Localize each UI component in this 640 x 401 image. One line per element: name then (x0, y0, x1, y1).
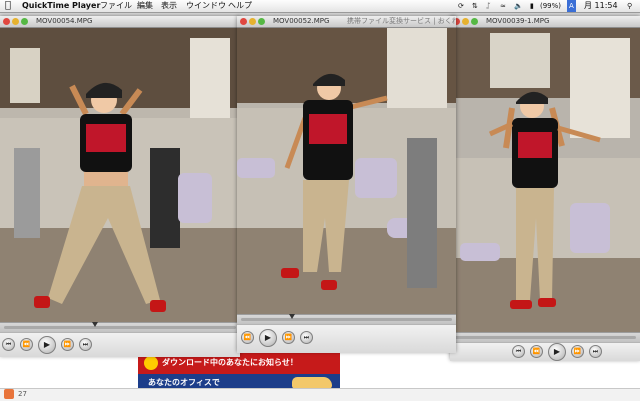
zoom-icon[interactable] (21, 18, 28, 25)
footer-text: 27 (18, 390, 27, 398)
scrubber-track[interactable] (454, 336, 636, 339)
player-window-mov00039[interactable]: MOV00039-1.MPG ⏮ ⏪ ▶ ⏩ ⏭ (450, 16, 640, 361)
zoom-icon[interactable] (258, 18, 265, 25)
fast-forward-icon[interactable]: ⏩ (282, 331, 295, 344)
window-title: MOV00039-1.MPG (486, 17, 550, 25)
rewind-icon[interactable]: ⏪ (20, 338, 33, 351)
rewind-icon[interactable]: ⏪ (241, 331, 254, 344)
background-window-title: 携帯ファイル変換サービス | おくれ (347, 17, 456, 25)
apple-icon[interactable]:  (5, 0, 11, 12)
rewind-icon[interactable]: ⏪ (530, 345, 543, 358)
scrubber-track[interactable] (4, 326, 236, 329)
input-method-badge[interactable]: A (567, 0, 576, 12)
spotlight-icon[interactable]: ⚲ (627, 0, 632, 12)
skip-forward-icon[interactable]: ⏭ (589, 345, 602, 358)
menu-bar:  QuickTime Player ファイル 編集 表示 ウインドウ ヘルプ … (0, 0, 640, 13)
wifi-icon[interactable]: ≈ (500, 0, 506, 12)
alert-badge-icon (144, 355, 158, 370)
close-icon[interactable] (3, 18, 10, 25)
video-frame[interactable] (0, 28, 240, 322)
playhead[interactable] (289, 314, 295, 319)
player-window-mov00054[interactable]: MOV00054.MPG ⏮ ⏪ ▶ ⏩ ⏭ (0, 16, 240, 357)
playback-controls: ⏮ ⏪ ▶ ⏩ ⏭ (0, 332, 240, 357)
window-title: MOV00052.MPG (273, 17, 330, 25)
skip-forward-icon[interactable]: ⏭ (300, 331, 313, 344)
play-icon[interactable]: ▶ (38, 336, 56, 354)
zoom-icon[interactable] (471, 18, 478, 25)
skip-forward-icon[interactable]: ⏭ (79, 338, 92, 351)
minimize-icon[interactable] (462, 18, 469, 25)
app-menu[interactable]: QuickTime Player (22, 0, 100, 12)
minimize-icon[interactable] (12, 18, 19, 25)
menu-help[interactable]: ヘルプ (228, 0, 252, 12)
web-footer: 27 (0, 388, 640, 401)
window-titlebar[interactable]: MOV00039-1.MPG (450, 16, 640, 28)
playhead[interactable] (92, 322, 98, 327)
scrubber-track[interactable] (241, 318, 452, 321)
menu-window[interactable]: ウインドウ (186, 0, 226, 12)
scrubber-bar[interactable] (237, 314, 456, 324)
playback-controls: ⏪ ▶ ⏩ ⏭ (237, 324, 456, 353)
battery-percent: (99%) (540, 2, 562, 10)
video-frame[interactable] (237, 28, 456, 314)
dock-app-icon[interactable] (4, 389, 14, 399)
play-icon[interactable]: ▶ (259, 329, 277, 347)
download-banner-text: ダウンロード中のあなたにお知らせ！ (162, 358, 298, 367)
menu-edit[interactable]: 編集 (137, 0, 153, 12)
player-window-mov00052[interactable]: MOV00052.MPG 携帯ファイル変換サービス | おくれ ⏪ ▶ ⏩ ⏭ (237, 16, 456, 353)
volume-icon[interactable]: 🔈 (514, 0, 523, 12)
fast-forward-icon[interactable]: ⏩ (571, 345, 584, 358)
minimize-icon[interactable] (249, 18, 256, 25)
time-machine-icon[interactable]: ⟳ (458, 0, 464, 12)
fast-forward-icon[interactable]: ⏩ (61, 338, 74, 351)
skip-back-icon[interactable]: ⏮ (2, 338, 15, 351)
playback-controls: ⏮ ⏪ ▶ ⏩ ⏭ (450, 342, 640, 361)
office-banner-text: あなたのオフィスで (148, 378, 220, 387)
play-icon[interactable]: ▶ (548, 343, 566, 361)
clock[interactable]: 月 11:54 (584, 0, 618, 12)
menu-view[interactable]: 表示 (161, 0, 177, 12)
window-titlebar[interactable]: MOV00054.MPG (0, 16, 240, 28)
skip-back-icon[interactable]: ⏮ (512, 345, 525, 358)
window-title: MOV00054.MPG (36, 17, 93, 25)
close-icon[interactable] (240, 18, 247, 25)
menu-file[interactable]: ファイル (100, 0, 132, 12)
video-frame[interactable] (450, 28, 640, 332)
sync-icon[interactable]: ⇅ (472, 0, 478, 12)
scrubber-bar[interactable] (450, 332, 640, 342)
scrubber-bar[interactable] (0, 322, 240, 332)
battery-icon[interactable]: ▮ (530, 0, 534, 12)
bluetooth-icon[interactable]: ᛢ (486, 0, 490, 12)
window-titlebar[interactable]: MOV00052.MPG 携帯ファイル変換サービス | おくれ (237, 16, 456, 28)
